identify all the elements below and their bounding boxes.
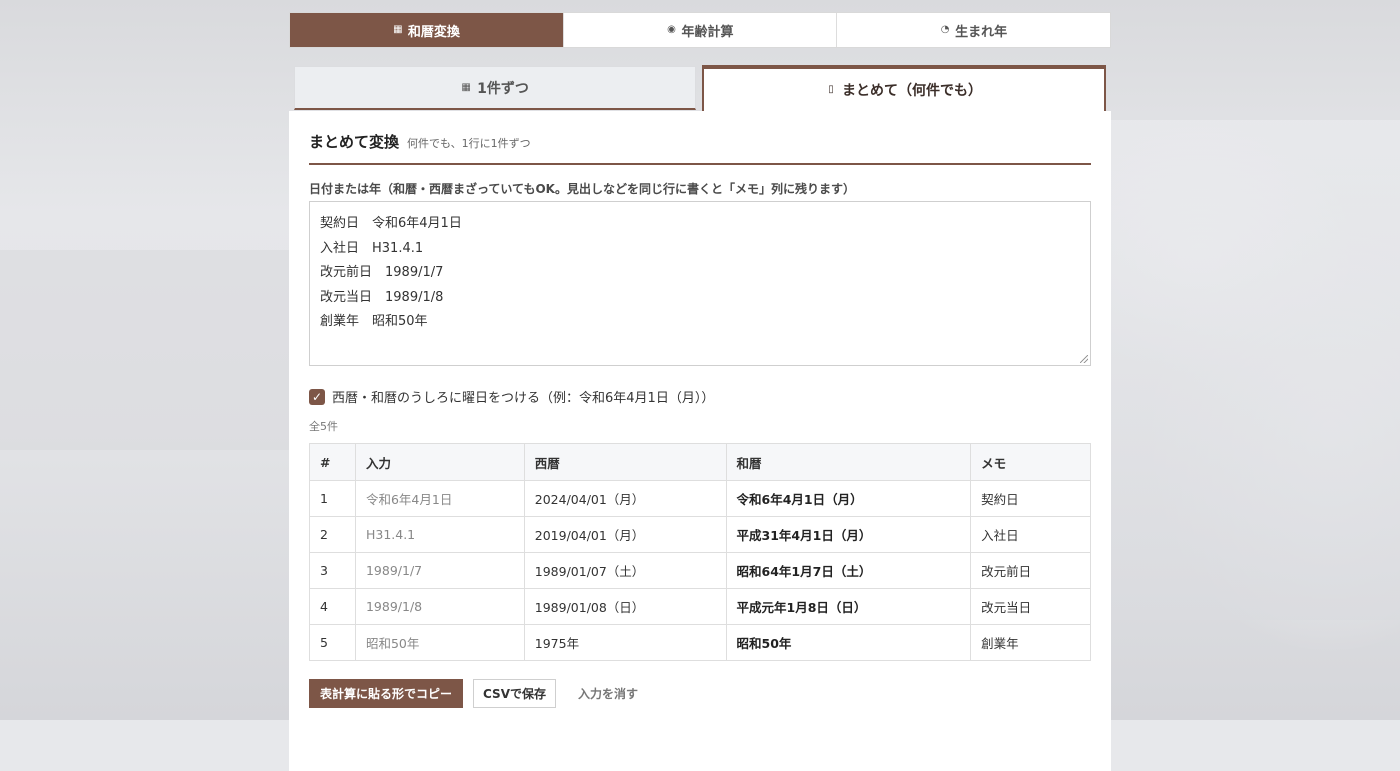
cell-memo: 契約日 [970, 480, 1091, 517]
cell-memo: 創業年 [970, 624, 1091, 661]
tab-label: 年齢計算 [681, 24, 734, 40]
cell-seireki: 2024/04/01（月） [523, 480, 727, 517]
cell-seireki: 2019/04/01（月） [523, 516, 727, 553]
cell-number: 3 [309, 552, 356, 589]
col-wareki: 和暦 [725, 443, 972, 481]
table-row: 2 H31.4.1 2019/04/01（月） 平成31年4月1日（月） 入社日 [309, 516, 1091, 553]
cell-memo: 入社日 [970, 516, 1091, 553]
converter-panel: ▦ 1件ずつ ▯ まとめて（何件でも） まとめて変換 何件でも、1行に1件ずつ … [289, 62, 1111, 771]
batch-card: まとめて変換 何件でも、1行に1件ずつ 日付または年（和暦・西暦まざっていてもO… [289, 111, 1111, 771]
tab-wareki-convert[interactable]: ▦ 和暦変換 [290, 13, 564, 47]
section-title: まとめて変換 [309, 133, 400, 151]
cell-memo: 改元当日 [970, 588, 1091, 625]
cell-input: 昭和50年 [354, 624, 525, 661]
dates-textarea[interactable]: 契約日 令和6年4月1日 入社日 H31.4.1 改元前日 1989/1/7 改… [309, 201, 1091, 366]
copy-for-spreadsheet-button[interactable]: 表計算に貼る形でコピー [309, 679, 464, 708]
tab-batch[interactable]: ▯ まとめて（何件でも） [702, 65, 1106, 111]
save-csv-button[interactable]: CSVで保存 [473, 679, 556, 708]
cell-wareki: 平成元年1月8日（日） [725, 588, 972, 625]
resize-handle[interactable] [1080, 355, 1088, 363]
textarea-line: 創業年 昭和50年 [320, 314, 428, 329]
cell-input: 令和6年4月1日 [354, 480, 525, 517]
clear-input-button[interactable]: 入力を消す [566, 679, 650, 708]
calendar-icon: ▦ [393, 24, 403, 35]
cell-seireki: 1975年 [523, 624, 727, 661]
col-memo: メモ [970, 443, 1091, 481]
action-bar: 表計算に貼る形でコピー CSVで保存 入力を消す [309, 679, 650, 708]
clipboard-icon: ▯ [828, 84, 834, 95]
mode-tabs: ▦ 和暦変換 ◉ 年齢計算 ◔ 生まれ年 [289, 12, 1111, 48]
tab-label: 生まれ年 [955, 24, 1008, 40]
input-label: 日付または年（和暦・西暦まざっていてもOK。見出しなどを同じ行に書くと「メモ」列… [309, 182, 855, 196]
col-input: 入力 [354, 443, 525, 481]
cell-input: H31.4.1 [354, 516, 525, 553]
cell-number: 1 [309, 480, 356, 517]
cell-wareki: 昭和64年1月7日（土） [725, 552, 972, 589]
textarea-line: 契約日 令和6年4月1日 [320, 216, 462, 231]
tab-label: 和暦変換 [407, 24, 460, 40]
textarea-line: 改元前日 1989/1/7 [320, 265, 444, 280]
col-number: # [309, 443, 356, 481]
col-seireki: 西暦 [523, 443, 727, 481]
textarea-line: 改元当日 1989/1/8 [320, 289, 444, 305]
textarea-line: 入社日 H31.4.1 [320, 240, 424, 256]
weekday-checkbox[interactable]: ✓ [309, 388, 325, 405]
weekday-option: ✓ 西暦・和暦のうしろに曜日をつける（例：令和6年4月1日（月）） [309, 387, 714, 406]
table-row: 3 1989/1/7 1989/01/07（土） 昭和64年1月7日（土） 改元… [309, 552, 1091, 589]
tab-age-calc[interactable]: ◉ 年齢計算 [564, 13, 838, 47]
tab-label: 1件ずつ [477, 80, 529, 97]
results-table: # 入力 西暦 和暦 メモ 1 令和6年4月1日 2024/04/01（月） 令… [309, 443, 1091, 661]
cell-number: 2 [309, 516, 356, 553]
cell-seireki: 1989/01/07（土） [523, 552, 727, 589]
section-subtitle: 何件でも、1行に1件ずつ [407, 137, 531, 150]
cell-seireki: 1989/01/08（日） [523, 588, 727, 625]
cell-input: 1989/1/7 [354, 552, 525, 589]
birthday-cake-icon: ◉ [667, 24, 676, 35]
result-count: 全5件 [309, 420, 338, 433]
input-mode-tabs: ▦ 1件ずつ ▯ まとめて（何件でも） [294, 62, 1106, 111]
weekday-option-label: 西暦・和暦のうしろに曜日をつける（例：令和6年4月1日（月）） [332, 391, 715, 406]
cell-number: 4 [309, 588, 356, 625]
tab-birth-year[interactable]: ◔ 生まれ年 [837, 13, 1110, 47]
calendar-icon: ▦ [461, 81, 471, 93]
cell-wareki: 昭和50年 [725, 624, 972, 661]
table-row: 4 1989/1/8 1989/01/08（日） 平成元年1月8日（日） 改元当… [309, 588, 1091, 625]
section-header: まとめて変換 何件でも、1行に1件ずつ [309, 131, 1091, 165]
cell-input: 1989/1/8 [354, 588, 525, 625]
cell-memo: 改元前日 [970, 552, 1091, 589]
table-row: 5 昭和50年 1975年 昭和50年 創業年 [309, 624, 1091, 661]
cell-wareki: 令和6年4月1日（月） [725, 480, 972, 517]
tab-single[interactable]: ▦ 1件ずつ [294, 66, 696, 110]
table-header-row: # 入力 西暦 和暦 メモ [309, 443, 1091, 481]
cell-number: 5 [309, 624, 356, 661]
tab-label: まとめて（何件でも） [842, 83, 982, 99]
cell-wareki: 平成31年4月1日（月） [725, 516, 972, 553]
clock-icon: ◔ [940, 24, 950, 35]
table-row: 1 令和6年4月1日 2024/04/01（月） 令和6年4月1日（月） 契約日 [309, 480, 1091, 517]
